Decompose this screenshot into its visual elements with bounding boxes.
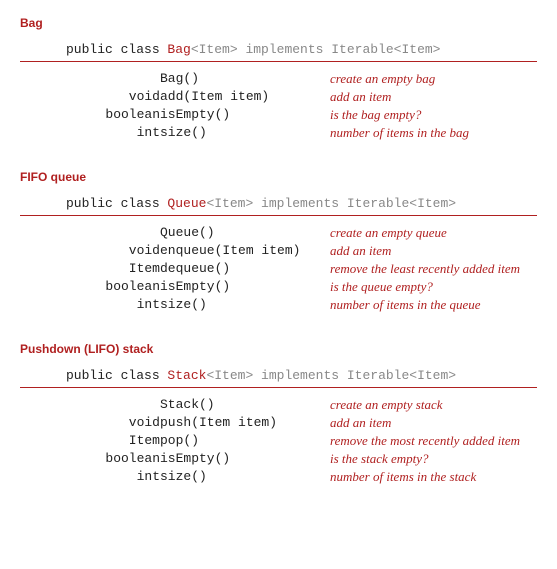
return-type: boolean — [20, 106, 160, 124]
class-declaration: public class Stack<Item> implements Iter… — [20, 368, 537, 388]
api-row: voidpush(Item item)add an item — [20, 414, 537, 432]
method-signature: size() — [160, 296, 330, 314]
method-description: remove the most recently added item — [330, 432, 537, 450]
method-signature: isEmpty() — [160, 450, 330, 468]
generic-type: <Item> — [191, 42, 238, 57]
return-type: int — [20, 468, 160, 486]
class-declaration: public class Queue<Item> implements Iter… — [20, 196, 537, 216]
method-description: remove the least recently added item — [330, 260, 537, 278]
return-type: boolean — [20, 450, 160, 468]
api-row: booleanisEmpty()is the bag empty? — [20, 106, 537, 124]
return-type: Item — [20, 432, 160, 450]
keyword: public class — [66, 42, 167, 57]
generic-type: <Item> — [206, 196, 253, 211]
method-description: create an empty queue — [330, 224, 537, 242]
class-declaration: public class Bag<Item> implements Iterab… — [20, 42, 537, 62]
method-description: add an item — [330, 88, 537, 106]
method-signature: size() — [160, 124, 330, 142]
api-row: booleanisEmpty()is the stack empty? — [20, 450, 537, 468]
api-section-queue: FIFO queue public class Queue<Item> impl… — [20, 170, 537, 314]
class-name: Queue — [167, 196, 206, 211]
method-description: is the stack empty? — [330, 450, 537, 468]
return-type: void — [20, 414, 160, 432]
method-description: number of items in the stack — [330, 468, 537, 486]
method-signature: Queue() — [160, 224, 330, 242]
implements-clause: implements Iterable<Item> — [238, 42, 441, 57]
method-signature: isEmpty() — [160, 278, 330, 296]
return-type: Item — [20, 260, 160, 278]
method-description: create an empty stack — [330, 396, 537, 414]
return-type: int — [20, 124, 160, 142]
method-signature: isEmpty() — [160, 106, 330, 124]
api-section-stack: Pushdown (LIFO) stack public class Stack… — [20, 342, 537, 486]
method-description: add an item — [330, 414, 537, 432]
method-signature: pop() — [160, 432, 330, 450]
api-row: intsize()number of items in the bag — [20, 124, 537, 142]
section-title: Pushdown (LIFO) stack — [20, 342, 537, 356]
method-description: add an item — [330, 242, 537, 260]
api-row: voidenqueue(Item item)add an item — [20, 242, 537, 260]
implements-clause: implements Iterable<Item> — [253, 196, 456, 211]
api-table: Queue()create an empty queue voidenqueue… — [20, 224, 537, 314]
method-description: create an empty bag — [330, 70, 537, 88]
api-table: Stack()create an empty stack voidpush(It… — [20, 396, 537, 486]
generic-type: <Item> — [206, 368, 253, 383]
class-name: Stack — [167, 368, 206, 383]
return-type — [20, 396, 160, 414]
method-description: is the bag empty? — [330, 106, 537, 124]
implements-clause: implements Iterable<Item> — [253, 368, 456, 383]
api-row: intsize()number of items in the queue — [20, 296, 537, 314]
method-signature: dequeue() — [160, 260, 330, 278]
return-type: void — [20, 88, 160, 106]
keyword: public class — [66, 368, 167, 383]
api-row: voidadd(Item item)add an item — [20, 88, 537, 106]
api-table: Bag()create an empty bag voidadd(Item it… — [20, 70, 537, 142]
api-row: booleanisEmpty()is the queue empty? — [20, 278, 537, 296]
return-type: int — [20, 296, 160, 314]
method-signature: enqueue(Item item) — [160, 242, 330, 260]
api-row: Itempop()remove the most recently added … — [20, 432, 537, 450]
method-description: number of items in the queue — [330, 296, 537, 314]
method-signature: Stack() — [160, 396, 330, 414]
api-section-bag: Bag public class Bag<Item> implements It… — [20, 16, 537, 142]
section-title: FIFO queue — [20, 170, 537, 184]
return-type — [20, 224, 160, 242]
return-type — [20, 70, 160, 88]
method-signature: size() — [160, 468, 330, 486]
class-name: Bag — [167, 42, 190, 57]
method-description: is the queue empty? — [330, 278, 537, 296]
return-type: boolean — [20, 278, 160, 296]
method-signature: push(Item item) — [160, 414, 330, 432]
keyword: public class — [66, 196, 167, 211]
api-row: Itemdequeue()remove the least recently a… — [20, 260, 537, 278]
return-type: void — [20, 242, 160, 260]
section-title: Bag — [20, 16, 537, 30]
method-signature: Bag() — [160, 70, 330, 88]
api-row: Queue()create an empty queue — [20, 224, 537, 242]
method-signature: add(Item item) — [160, 88, 330, 106]
api-row: Stack()create an empty stack — [20, 396, 537, 414]
api-row: intsize()number of items in the stack — [20, 468, 537, 486]
api-row: Bag()create an empty bag — [20, 70, 537, 88]
method-description: number of items in the bag — [330, 124, 537, 142]
